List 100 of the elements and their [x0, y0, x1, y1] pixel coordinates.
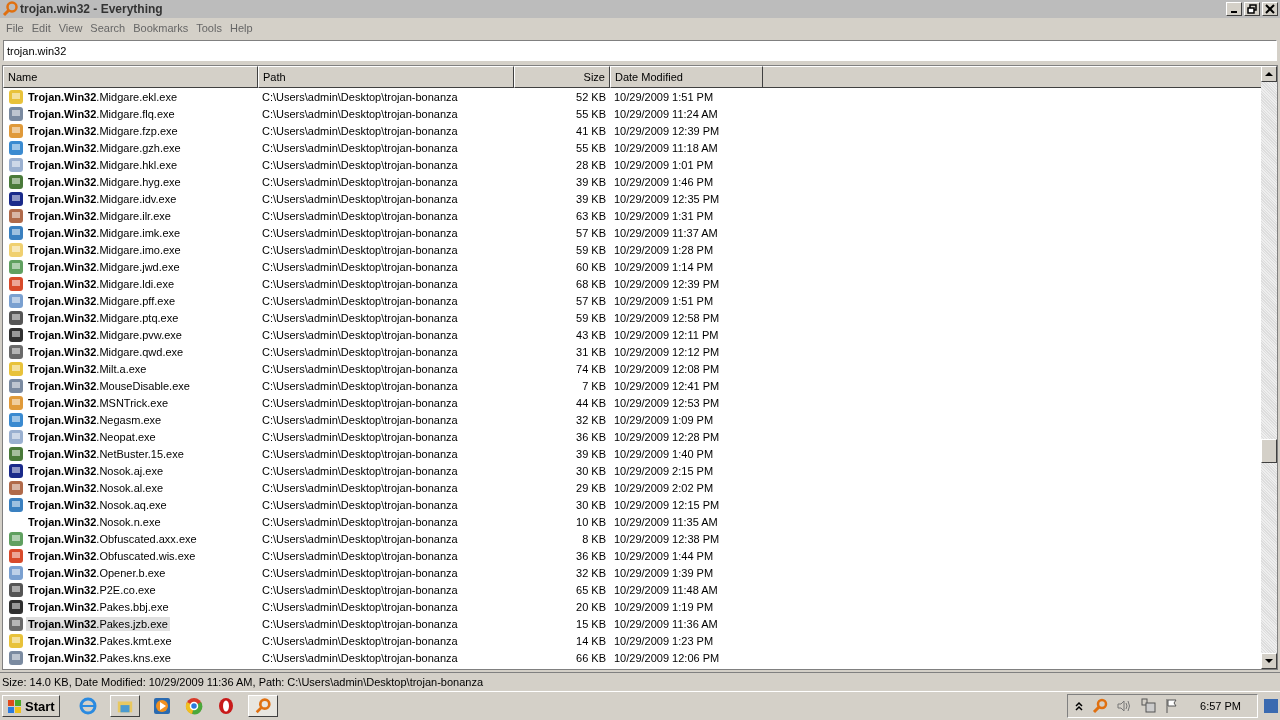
menu-item[interactable]: Tools [192, 22, 226, 34]
file-path: C:\Users\admin\Desktop\trojan-bonanza [262, 396, 458, 409]
minimize-button[interactable] [1226, 2, 1242, 16]
file-size: 57 KB [576, 226, 606, 239]
file-path: C:\Users\admin\Desktop\trojan-bonanza [262, 192, 458, 205]
file-date: 10/29/2009 1:19 PM [614, 600, 714, 613]
column-header[interactable]: Path [258, 66, 514, 88]
file-name[interactable]: Trojan.Win32.Negasm.exe [26, 412, 164, 427]
network-icon[interactable] [1140, 698, 1157, 714]
menu-item[interactable]: Edit [27, 22, 55, 34]
file-name[interactable]: Trojan.Win32.Midgare.hkl.exe [26, 157, 180, 172]
column-header[interactable]: Date Modified [610, 66, 763, 88]
search-app-icon[interactable] [247, 695, 278, 717]
file-path: C:\Users\admin\Desktop\trojan-bonanza [262, 532, 458, 545]
restore-button[interactable] [1244, 2, 1260, 16]
file-name[interactable]: Trojan.Win32.Midgare.imo.exe [26, 242, 183, 257]
file-name[interactable]: Trojan.Win32.NetBuster.15.exe [26, 446, 186, 461]
file-name[interactable]: Trojan.Win32.Pakes.kns.exe [26, 650, 173, 665]
file-path: C:\Users\admin\Desktop\trojan-bonanza [262, 362, 458, 375]
file-size: 68 KB [576, 277, 606, 290]
file-path: C:\Users\admin\Desktop\trojan-bonanza [262, 226, 458, 239]
file-name[interactable]: Trojan.Win32.Opener.b.exe [26, 565, 168, 580]
close-button[interactable] [1262, 2, 1278, 16]
file-name[interactable]: Trojan.Win32.Nosok.aj.exe [26, 463, 165, 478]
file-name[interactable]: Trojan.Win32.Midgare.pvw.exe [26, 327, 184, 342]
file-name[interactable]: Trojan.Win32.Midgare.pff.exe [26, 293, 178, 308]
file-date: 10/29/2009 1:39 PM [614, 566, 714, 579]
file-size: 39 KB [576, 175, 606, 188]
column-header[interactable]: Name [3, 66, 258, 88]
folder-icon[interactable] [109, 695, 140, 717]
file-name[interactable]: Trojan.Win32.Midgare.ldi.exe [26, 276, 176, 291]
file-name[interactable]: Trojan.Win32.Midgare.idv.exe [26, 191, 179, 206]
browser-icon[interactable] [183, 696, 204, 716]
file-name[interactable]: Trojan.Win32.Midgare.flq.exe [26, 106, 177, 121]
file-path: C:\Users\admin\Desktop\trojan-bonanza [262, 464, 458, 477]
file-name[interactable]: Trojan.Win32.Milt.a.exe [26, 361, 149, 376]
start-button[interactable]: Start [2, 695, 60, 717]
file-name[interactable]: Trojan.Win32.Midgare.ptq.exe [26, 310, 181, 325]
file-path: C:\Users\admin\Desktop\trojan-bonanza [262, 600, 458, 613]
file-name[interactable]: Trojan.Win32.Obfuscated.axx.exe [26, 531, 199, 546]
column-header[interactable]: Size [514, 66, 610, 88]
file-name[interactable]: Trojan.Win32.Nosok.aq.exe [26, 497, 169, 512]
scroll-up-icon[interactable] [1265, 70, 1273, 78]
file-date: 10/29/2009 1:51 PM [614, 90, 714, 103]
file-path: C:\Users\admin\Desktop\trojan-bonanza [262, 141, 458, 154]
menu-item[interactable]: Help [225, 22, 257, 34]
menu-item[interactable]: File [2, 22, 28, 34]
file-name[interactable]: Trojan.Win32.MouseDisable.exe [26, 378, 192, 393]
file-name[interactable]: Trojan.Win32.Midgare.hyg.exe [26, 174, 183, 189]
magnifier-icon [2, 1, 18, 17]
file-date: 10/29/2009 1:09 PM [614, 413, 714, 426]
menu-item[interactable]: Search [86, 22, 130, 34]
file-size: 60 KB [576, 260, 606, 273]
file-size: 65 KB [576, 583, 606, 596]
scroll-thumb[interactable] [1261, 439, 1277, 463]
file-name[interactable]: Trojan.Win32.Pakes.jzb.exe [26, 616, 170, 631]
chevron-icon[interactable] [1074, 701, 1085, 711]
file-date: 10/29/2009 1:01 PM [614, 158, 714, 171]
file-name[interactable]: Trojan.Win32.Midgare.imk.exe [26, 225, 183, 240]
speaker-icon[interactable] [1116, 698, 1133, 714]
file-name[interactable]: Trojan.Win32.P2E.co.exe [26, 582, 158, 597]
file-date: 10/29/2009 11:24 AM [614, 107, 718, 120]
file-name[interactable]: Trojan.Win32.Nosok.n.exe [26, 514, 163, 529]
file-path: C:\Users\admin\Desktop\trojan-bonanza [262, 566, 458, 579]
scrollbar[interactable] [1261, 66, 1277, 669]
file-name[interactable]: Trojan.Win32.Midgare.fzp.exe [26, 123, 180, 138]
file-name[interactable]: Trojan.Win32.Midgare.gzh.exe [26, 140, 183, 155]
file-date: 10/29/2009 12:41 PM [614, 379, 720, 392]
file-size: 8 KB [582, 532, 606, 545]
status-text: Size: 14.0 KB, Date Modified: 10/29/2009 11:36 AM, Path: C:\Users\admin\Desktop\trojan-bonanza [2, 676, 483, 688]
file-path: C:\Users\admin\Desktop\trojan-bonanza [262, 311, 458, 324]
file-name[interactable]: Trojan.Win32.Midgare.jwd.exe [26, 259, 182, 274]
file-date: 10/29/2009 12:11 PM [614, 328, 719, 341]
file-name[interactable]: Trojan.Win32.Pakes.bbj.exe [26, 599, 171, 614]
file-size: 31 KB [576, 345, 606, 358]
file-size: 20 KB [576, 600, 606, 613]
menu-item[interactable]: View [54, 22, 87, 34]
file-name[interactable]: Trojan.Win32.Midgare.ekl.exe [26, 89, 180, 104]
file-name[interactable]: Trojan.Win32.Pakes.kmt.exe [26, 633, 174, 648]
file-size: 74 KB [576, 362, 606, 375]
file-size: 63 KB [576, 209, 606, 222]
file-name[interactable]: Trojan.Win32.MSNTrick.exe [26, 395, 171, 410]
file-name[interactable]: Trojan.Win32.Midgare.qwd.exe [26, 344, 186, 359]
file-name[interactable]: Trojan.Win32.Midgare.ilr.exe [26, 208, 173, 223]
restore-icon [1247, 4, 1257, 14]
search-field[interactable]: trojan.win32 [3, 40, 1277, 61]
file-path: C:\Users\admin\Desktop\trojan-bonanza [262, 328, 458, 341]
file-name[interactable]: Trojan.Win32.Obfuscated.wis.exe [26, 548, 198, 563]
file-date: 10/29/2009 12:35 PM [614, 192, 720, 205]
clock[interactable]: 6:57 PM [1200, 700, 1241, 712]
file-name[interactable]: Trojan.Win32.Neopat.exe [26, 429, 158, 444]
menu-item[interactable]: Bookmarks [129, 22, 193, 34]
minimize-icon [1231, 11, 1237, 13]
file-size: 66 KB [576, 651, 606, 664]
file-date: 10/29/2009 1:51 PM [614, 294, 714, 307]
scroll-down-icon[interactable] [1265, 657, 1273, 665]
file-name[interactable]: Trojan.Win32.Nosok.al.exe [26, 480, 165, 495]
file-size: 44 KB [576, 396, 606, 409]
media-player-icon[interactable] [151, 696, 172, 716]
file-size: 57 KB [576, 294, 606, 307]
